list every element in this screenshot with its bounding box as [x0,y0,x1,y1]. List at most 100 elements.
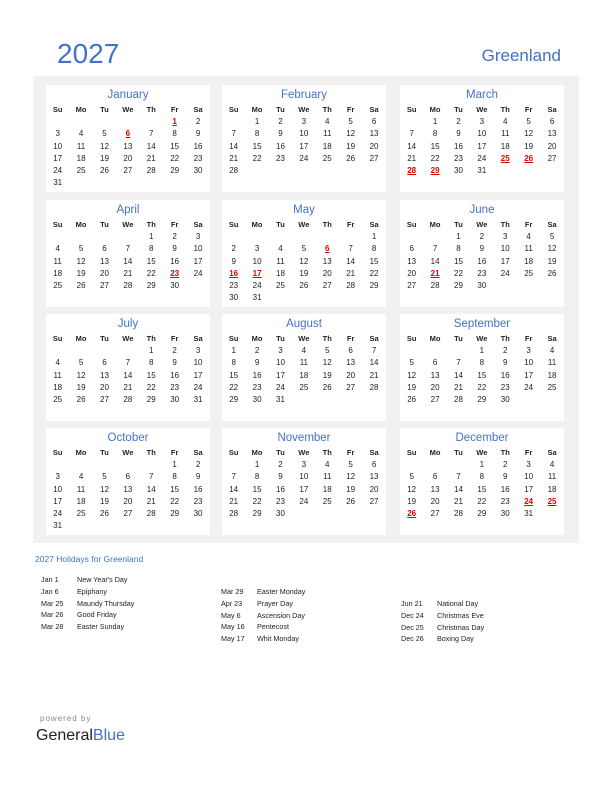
week-row: 17 18 19 20 21 22 23 [46,153,210,165]
empty-cell [339,292,362,304]
day-cell: 12 [524,129,534,139]
weekday-label: We [476,334,488,343]
week-row: 28 29 30 31 [400,165,564,177]
day-cell: 17 [477,141,487,151]
day-cell: 25 [53,280,63,290]
holiday-day-cell: 21 [430,268,440,278]
day-cell: 28 [146,165,156,175]
holiday-day-cell: 25 [547,496,557,506]
empty-cell [46,116,69,128]
weekday-label: Th [322,220,332,229]
week-row: 11 12 13 14 15 16 17 [46,370,210,382]
week-row: 1 [222,231,386,243]
day-cell: 27 [322,280,332,290]
day-cell: 4 [55,244,60,254]
day-cell: 18 [547,484,557,494]
empty-cell [116,520,139,532]
month-grid: Su Mo Tu We Th Fr Sa 1 2 3 4 5 6 7 8 9 10 11 12 13 14 15 16 17 1… [400,447,564,520]
empty-cell [540,394,563,406]
holiday-item: May 16 Pentecost [221,621,305,633]
day-cell: 16 [252,370,262,380]
day-cell: 5 [526,117,531,127]
weekday-label: Th [500,220,510,229]
holiday-day-cell: 25 [500,153,510,163]
empty-cell [540,508,563,520]
day-cell: 7 [231,472,236,482]
day-cell: 31 [276,394,285,404]
empty-cell [93,116,116,128]
day-cell: 5 [348,460,353,470]
day-cell: 9 [479,244,485,254]
month-may: May Su Mo Tu We Th Fr Sa 1 2 3 4 5 6 7 8 9 10 11 12 13 14 15 16… [222,200,386,307]
day-cell: 14 [146,141,156,151]
holiday-date: Mar 26 [41,610,64,620]
day-cell: 30 [477,280,487,290]
day-cell: 24 [193,382,203,392]
holiday-column: Jun 21 National Day Dec 24 Christmas Eve Dec… [401,598,484,645]
weekday-label: Tu [276,448,285,457]
week-row: 28 29 30 [222,508,386,520]
day-cell: 19 [76,268,86,278]
day-cell: 26 [100,165,109,175]
holiday-column: Jan 1 New Year's Day Jan 6 Epiphany Mar 25 Ma… [41,574,134,633]
day-cell: 22 [369,268,379,278]
month-october: October Su Mo Tu We Th Fr Sa 1 2 3 4 5 6 7 8 9 10 11 12 13 14… [46,428,210,535]
day-cell: 2 [172,232,177,242]
day-cell: 24 [299,153,309,163]
holiday-name: Good Friday [77,610,117,620]
day-cell: 7 [125,358,131,368]
weekday-label: Su [228,334,239,343]
day-cell: 19 [407,496,417,506]
day-cell: 25 [524,268,534,278]
week-row: 3 4 5 6 7 8 9 [46,471,210,483]
weekday-label: We [122,448,134,457]
week-row: 4 5 6 7 8 9 10 [46,243,210,255]
weekday-label: Th [500,105,510,114]
holiday-day-cell: 6 [125,129,131,139]
empty-cell [292,508,315,520]
holiday-name: Christmas Eve [437,610,484,620]
day-cell: 3 [526,460,531,470]
holiday-name: Maundy Thursday [77,598,135,608]
month-name: June [469,204,495,216]
day-cell: 12 [346,472,356,482]
weekday-label: We [476,105,488,114]
week-row: 1 2 3 4 [400,345,564,357]
day-cell: 10 [193,358,203,368]
holiday-item: Mar 25 Maundy Thursday [41,598,134,610]
day-cell: 27 [430,508,440,518]
day-cell: 14 [123,370,133,380]
week-row: 15 16 17 18 19 20 21 [222,370,386,382]
holiday-item: Mar 26 Good Friday [41,609,134,621]
day-cell: 23 [276,496,285,506]
day-cell: 30 [454,165,463,175]
day-cell: 7 [432,244,438,254]
holiday-date: May 16 [221,622,245,632]
day-cell: 17 [53,496,63,506]
empty-cell [400,459,423,471]
day-cell: 16 [500,370,510,380]
day-cell: 2 [172,346,177,356]
month-august: August Su Mo Tu We Th Fr Sa 1 2 3 4 5 6 7 8 9 10 11 12 13 14 1… [222,314,386,421]
day-cell: 17 [500,256,510,266]
day-cell: 30 [276,508,285,518]
weekday-label: Mo [251,105,263,114]
weekday-label: We [298,220,310,229]
weekday-label: Sa [369,105,379,114]
empty-cell [447,345,470,357]
day-cell: 26 [100,508,109,518]
day-cell: 8 [254,129,260,139]
day-cell: 9 [231,256,236,266]
day-cell: 26 [547,268,557,278]
day-cell: 17 [299,141,309,151]
day-cell: 14 [346,256,356,266]
weekday-label: Fr [524,448,533,457]
day-cell: 21 [454,496,463,506]
month-grid: Su Mo Tu We Th Fr Sa 1 2 3 4 5 6 7 8 9 10 11 12 13 14 15 16 17 1… [46,333,210,406]
holiday-date: Dec 25 [401,622,424,632]
day-cell: 23 [193,496,203,506]
day-cell: 13 [100,370,109,380]
holiday-name: Easter Monday [257,587,306,596]
day-cell: 29 [170,508,180,518]
day-cell: 31 [477,165,487,175]
